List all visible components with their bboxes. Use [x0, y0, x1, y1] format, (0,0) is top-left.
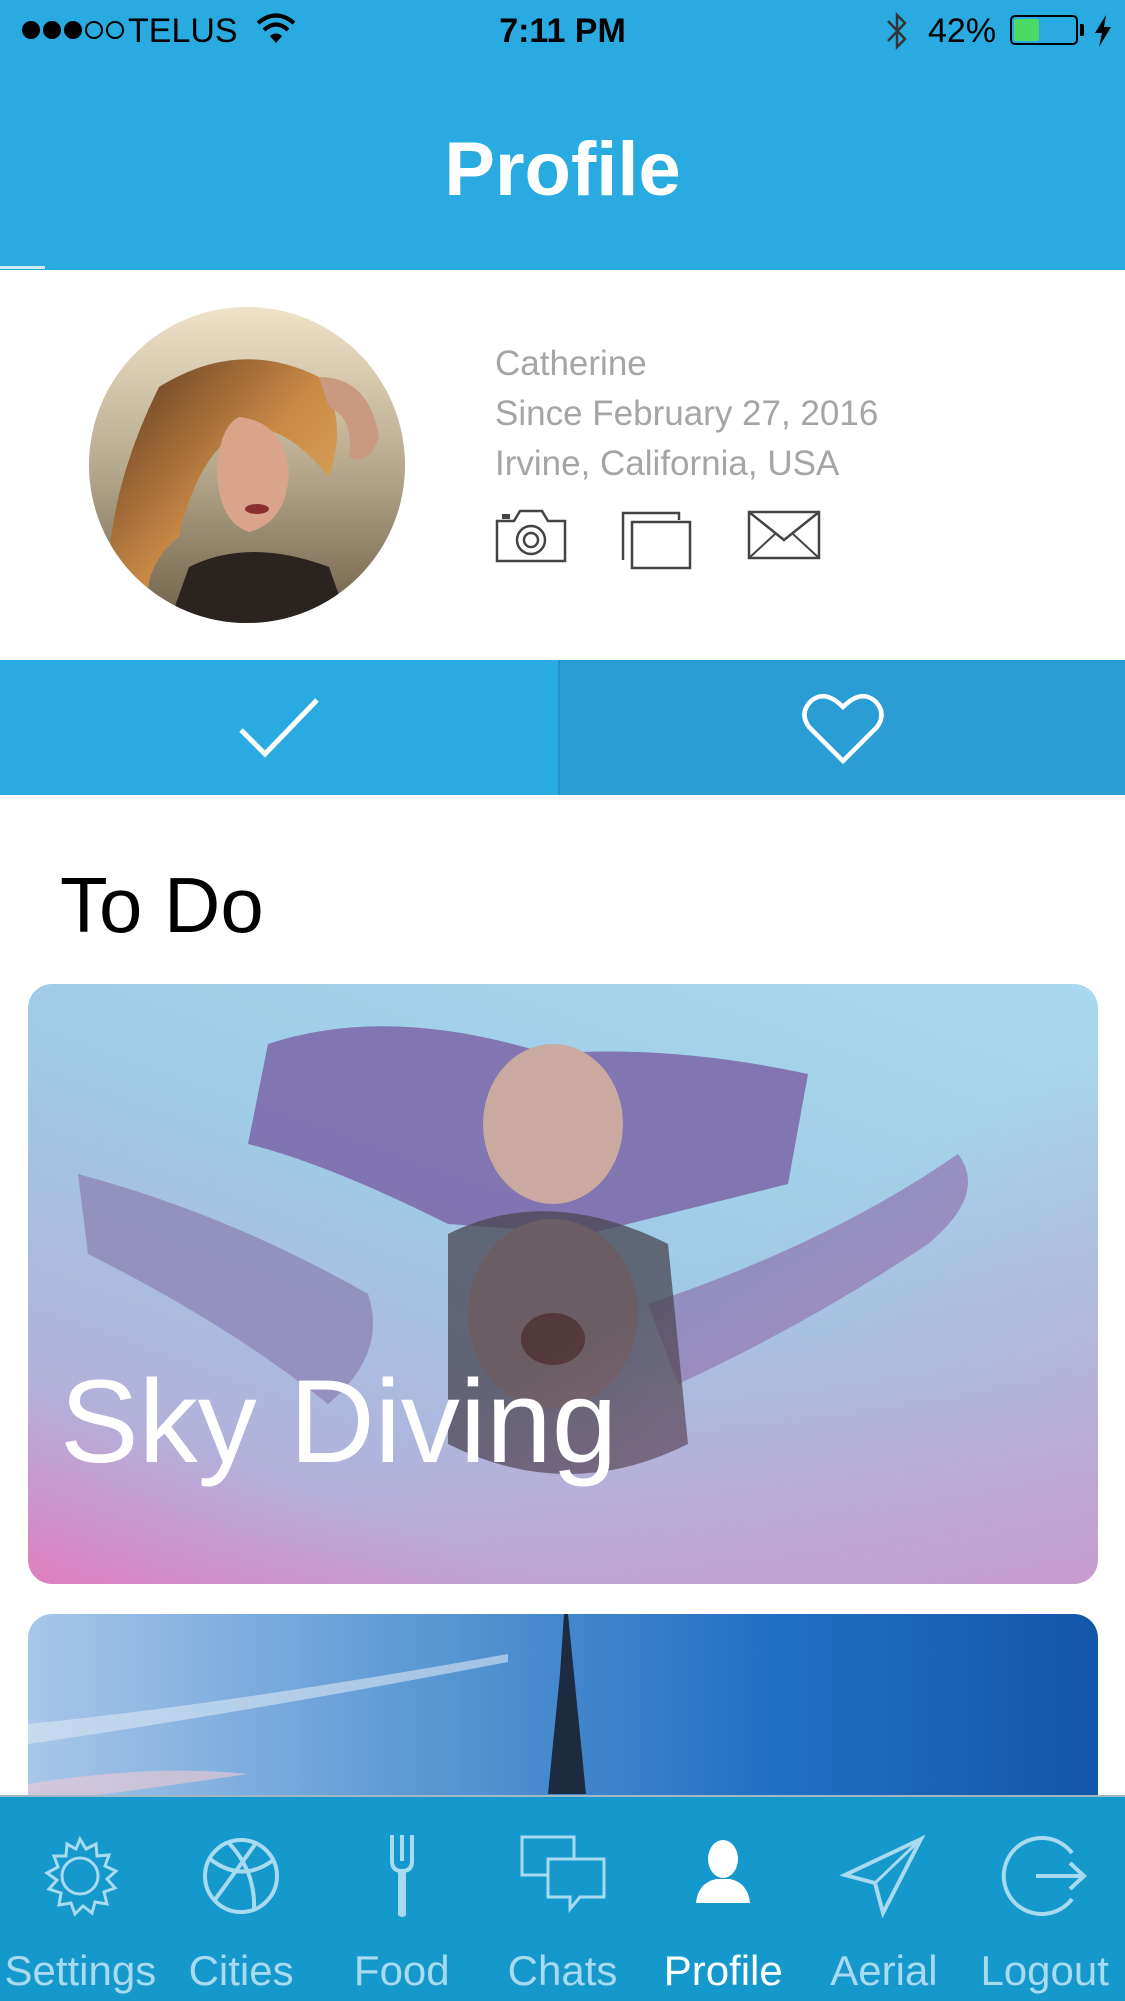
- tab-label: Profile: [663, 1947, 783, 1994]
- bluetooth-icon: [887, 11, 907, 51]
- header: TELUS 7:11 PM 42% Profile: [0, 0, 1125, 270]
- card-title: Sky Diving: [60, 1356, 618, 1488]
- profile-action-bar: [0, 660, 1125, 795]
- tab-cities[interactable]: Cities: [161, 1797, 322, 2001]
- tab-settings[interactable]: Settings: [0, 1797, 161, 2001]
- tab-label: Aerial: [830, 1947, 938, 1994]
- chat-bubbles-icon: [520, 1835, 606, 1914]
- battery-percent: 42%: [928, 12, 997, 50]
- favorite-button[interactable]: [560, 660, 1125, 795]
- tab-food[interactable]: Food: [321, 1797, 482, 2001]
- battery-cap: [1080, 24, 1084, 36]
- profile-location: Irvine, California, USA: [495, 444, 840, 483]
- logout-icon: [1001, 1836, 1087, 1916]
- tab-label: Cities: [188, 1947, 294, 1994]
- section-title: To Do: [60, 861, 264, 949]
- mark-done-button[interactable]: [0, 660, 560, 795]
- paper-plane-icon: [839, 1834, 926, 1919]
- avatar-photo: [89, 307, 405, 623]
- tab-label: Chats: [507, 1947, 618, 1994]
- tab-logout[interactable]: Logout: [964, 1797, 1125, 2001]
- skydiving-photo: [28, 984, 1098, 1584]
- basketball-icon: [203, 1838, 280, 1914]
- charging-bolt-icon: [1095, 15, 1111, 47]
- page-title: Profile: [444, 127, 681, 212]
- check-icon: [239, 697, 319, 758]
- battery-icon: [1010, 15, 1078, 45]
- tab-profile[interactable]: Profile: [643, 1797, 804, 2001]
- gallery-icon[interactable]: [620, 510, 694, 572]
- tab-label: Logout: [980, 1947, 1109, 1994]
- tab-label: Settings: [4, 1947, 157, 1994]
- heart-icon: [801, 693, 884, 764]
- tab-label: Food: [353, 1947, 450, 1994]
- profile-name: Catherine: [495, 344, 647, 383]
- tab-bar: Settings Cities Food Chats Profile Aeria…: [0, 1795, 1125, 2001]
- tab-chats[interactable]: Chats: [482, 1797, 643, 2001]
- member-since: Since February 27, 2016: [495, 394, 879, 433]
- avatar[interactable]: [89, 307, 405, 623]
- mail-icon[interactable]: [747, 510, 821, 560]
- tab-aerial[interactable]: Aerial: [804, 1797, 965, 2001]
- camera-icon[interactable]: [494, 505, 568, 565]
- todo-card-skydiving[interactable]: Sky Diving: [28, 984, 1098, 1584]
- status-bar: TELUS 7:11 PM 42%: [0, 0, 1125, 62]
- header-progress-line: [0, 266, 45, 269]
- battery-level: [1014, 19, 1039, 41]
- fork-icon: [389, 1835, 414, 1917]
- person-icon: [696, 1840, 751, 1903]
- gear-icon: [44, 1835, 120, 1917]
